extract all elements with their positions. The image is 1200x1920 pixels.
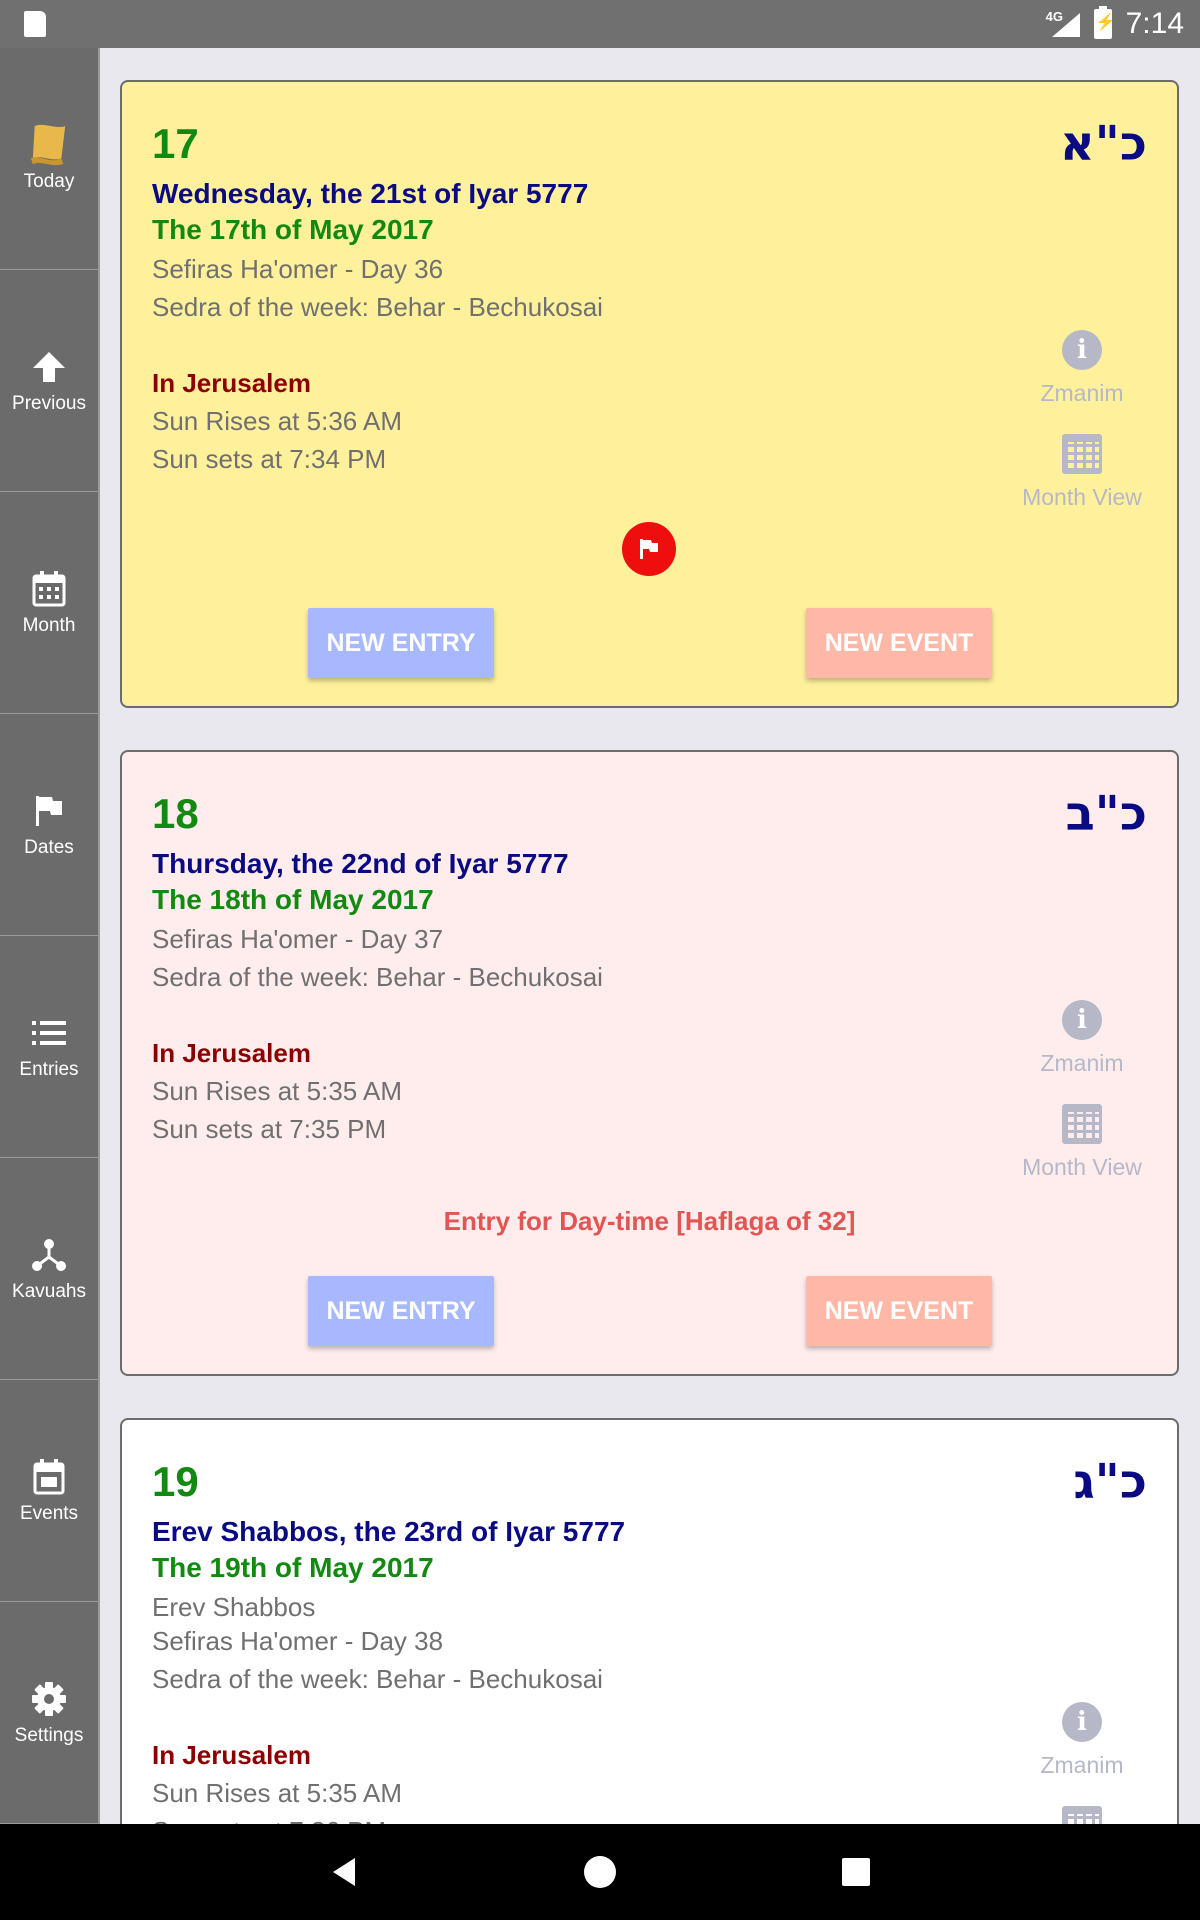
calendar-icon — [29, 569, 69, 609]
sidebar-item-dates[interactable]: Dates — [0, 714, 98, 936]
calendar-icon — [1062, 434, 1102, 474]
sidebar-item-events[interactable]: Events — [0, 1380, 98, 1602]
jewish-date: Wednesday, the 21st of Iyar 5777 — [152, 178, 589, 209]
day-card[interactable]: 18 כ"ב Thursday, the 22nd of Iyar 5777 T… — [120, 750, 1179, 1376]
flag-icon[interactable] — [622, 522, 676, 576]
sidebar-item-entries[interactable]: Entries — [0, 936, 98, 1158]
sidebar-item-previous[interactable]: Previous — [0, 270, 98, 492]
month-view-button[interactable]: Month View — [1007, 434, 1157, 511]
calendar-icon — [1062, 1806, 1102, 1824]
sd-card-icon — [24, 11, 46, 37]
recents-icon[interactable] — [816, 1824, 896, 1920]
sidebar-item-label: Kavuahs — [12, 1280, 86, 1302]
new-event-button[interactable]: NEW EVENT — [806, 1276, 992, 1346]
sidebar-item-label: Dates — [24, 836, 74, 858]
sedra-line: Sedra of the week: Behar - Bechukosai — [152, 962, 603, 992]
list-icon — [29, 1013, 69, 1053]
flag-icon — [29, 791, 69, 831]
entry-note[interactable]: Entry for Day-time [Haflaga of 32] — [122, 1206, 1177, 1237]
scroll-icon — [29, 124, 69, 165]
day-number: 19 — [152, 1458, 199, 1505]
sefira-line: Sefiras Ha'omer - Day 36 — [152, 254, 444, 284]
new-entry-button[interactable]: NEW ENTRY — [308, 608, 494, 678]
month-view-button[interactable]: Month View — [1007, 1104, 1157, 1181]
erev-shabbos-line: Erev Shabbos — [152, 1592, 316, 1622]
info-icon: i — [1062, 330, 1102, 370]
hierarchy-icon — [29, 1235, 69, 1275]
event-icon — [29, 1457, 69, 1497]
sunset: Sun sets at 7:34 PM — [152, 444, 387, 474]
secular-date: The 19th of May 2017 — [152, 1552, 434, 1583]
sedra-line: Sedra of the week: Behar - Bechukosai — [152, 1664, 603, 1694]
system-nav-bar — [0, 1824, 1200, 1920]
day-number: 18 — [152, 790, 199, 837]
sunrise: Sun Rises at 5:36 AM — [152, 406, 403, 436]
sunset: Sun sets at 7:36 PM — [152, 1816, 386, 1824]
sidebar-item-label: Events — [19, 1502, 79, 1524]
clock: 7:14 — [1125, 7, 1184, 40]
hebrew-day: כ"א — [1059, 116, 1147, 172]
info-icon: i — [1062, 1702, 1102, 1742]
sidebar-item-label: Entries — [19, 1058, 79, 1080]
zmanim-button[interactable]: i Zmanim — [1007, 330, 1157, 407]
zmanim-button[interactable]: i Zmanim — [1007, 1000, 1157, 1077]
back-icon[interactable] — [304, 1824, 384, 1920]
status-bar: 4G 7:14 — [0, 0, 1200, 48]
day-list[interactable]: 17 כ"א Wednesday, the 21st of Iyar 5777 … — [100, 48, 1200, 1824]
arrow-up-icon — [29, 347, 69, 387]
secular-date: The 18th of May 2017 — [152, 884, 434, 915]
secular-date: The 17th of May 2017 — [152, 214, 434, 245]
jewish-date: Erev Shabbos, the 23rd of Iyar 5777 — [152, 1516, 626, 1547]
new-entry-button[interactable]: NEW ENTRY — [308, 1276, 494, 1346]
calendar-icon — [1062, 1104, 1102, 1144]
sunrise: Sun Rises at 5:35 AM — [152, 1076, 403, 1106]
sidebar-item-label: Today — [23, 170, 75, 192]
location: In Jerusalem — [152, 1038, 311, 1068]
hebrew-day: כ"ג — [1073, 1454, 1147, 1510]
day-card[interactable]: 19 כ"ג Erev Shabbos, the 23rd of Iyar 57… — [120, 1418, 1179, 1824]
hebrew-day: כ"ב — [1065, 786, 1147, 842]
zmanim-button[interactable]: i Zmanim — [1007, 1702, 1157, 1779]
location: In Jerusalem — [152, 1740, 311, 1770]
sefira-line: Sefiras Ha'omer - Day 38 — [152, 1626, 444, 1656]
sidebar-item-label: Previous — [12, 392, 86, 414]
jewish-date: Thursday, the 22nd of Iyar 5777 — [152, 848, 569, 879]
sidebar: Today Previous Month Dates Entries Kavua… — [0, 48, 100, 1824]
location: In Jerusalem — [152, 368, 311, 398]
sunset: Sun sets at 7:35 PM — [152, 1114, 387, 1144]
day-number: 17 — [152, 120, 199, 167]
zmanim-label: Zmanim — [1040, 1050, 1124, 1076]
signal-icon: 4G — [1046, 9, 1080, 39]
home-icon[interactable] — [560, 1824, 640, 1920]
sidebar-item-kavuahs[interactable]: Kavuahs — [0, 1158, 98, 1380]
day-card[interactable]: 17 כ"א Wednesday, the 21st of Iyar 5777 … — [120, 80, 1179, 708]
zmanim-label: Zmanim — [1040, 1752, 1124, 1778]
sidebar-item-label: Month — [22, 614, 76, 636]
sunrise: Sun Rises at 5:35 AM — [152, 1778, 403, 1808]
info-icon: i — [1062, 1000, 1102, 1040]
sedra-line: Sedra of the week: Behar - Bechukosai — [152, 292, 603, 322]
sidebar-item-label: Settings — [14, 1724, 84, 1746]
sidebar-item-today[interactable]: Today — [0, 48, 98, 270]
month-view-label: Month View — [1022, 484, 1142, 510]
new-event-button[interactable]: NEW EVENT — [806, 608, 992, 678]
battery-charging-icon — [1093, 6, 1116, 39]
month-view-button[interactable] — [1007, 1806, 1157, 1824]
sidebar-item-settings[interactable]: Settings — [0, 1602, 98, 1824]
month-view-label: Month View — [1022, 1154, 1142, 1180]
sidebar-item-month[interactable]: Month — [0, 492, 98, 714]
zmanim-label: Zmanim — [1040, 380, 1124, 406]
gear-icon — [29, 1679, 69, 1719]
sefira-line: Sefiras Ha'omer - Day 37 — [152, 924, 444, 954]
